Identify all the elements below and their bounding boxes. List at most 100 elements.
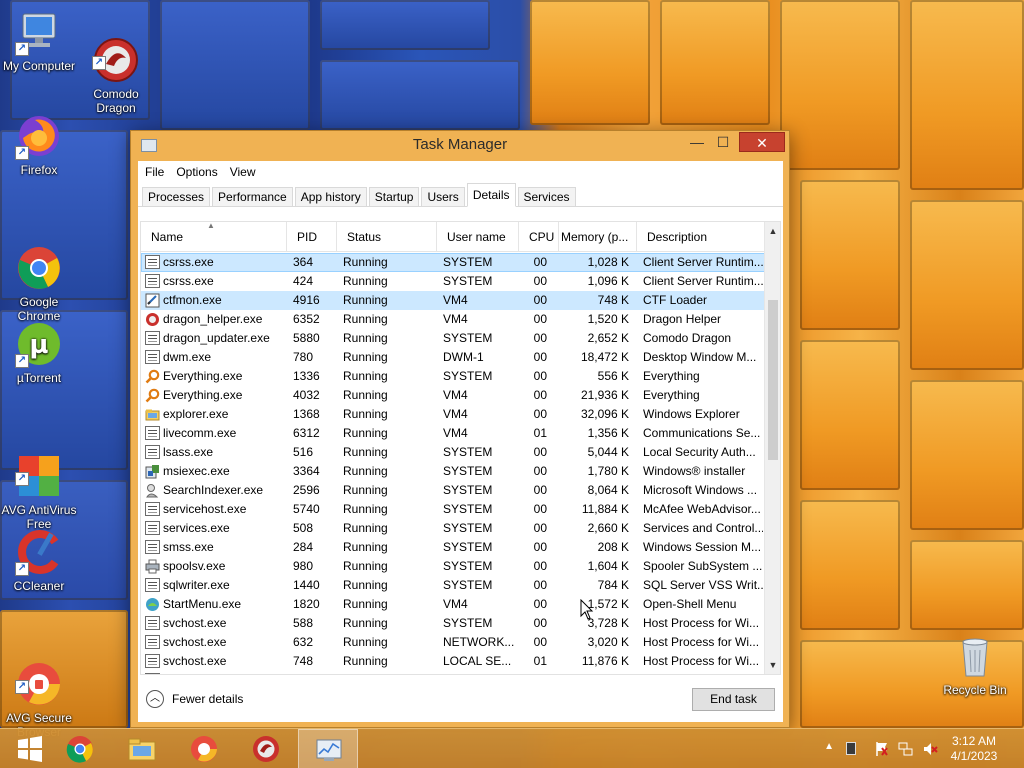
network-icon[interactable]	[898, 741, 914, 757]
action-center-icon[interactable]	[846, 742, 856, 755]
table-row[interactable]: ctfmon.exe 4916 Running VM4 00 748 K CTF Loade…	[141, 291, 767, 310]
end-task-button[interactable]: End task	[692, 688, 775, 711]
show-hidden-icons-icon[interactable]: ▲	[824, 741, 834, 752]
clock[interactable]: 3:12 AM 4/1/2023	[944, 734, 1004, 764]
comodo-dragon-icon: ↗	[92, 22, 140, 82]
cell-cpu: 00	[533, 312, 547, 326]
desktop-icon-recycle-bin[interactable]: Recycle Bin	[936, 632, 1014, 697]
footer-bar: ︿ Fewer details End task	[138, 681, 783, 722]
cell-description: Everything	[643, 388, 700, 402]
table-row[interactable]: smss.exe 284 Running SYSTEM 00 208 K Windows S…	[141, 538, 767, 557]
cell-status: Running	[343, 559, 388, 573]
cell-pid: 3364	[293, 464, 320, 478]
table-row[interactable]: svchost.exe 632 Running NETWORK... 00 3,020 K…	[141, 633, 767, 652]
table-row[interactable]: dwm.exe 780 Running DWM-1 00 18,472 K Desktop …	[141, 348, 767, 367]
cell-pid: 2596	[293, 483, 320, 497]
desktop-icon-my-computer[interactable]: ↗ My Computer	[0, 8, 78, 73]
table-row[interactable]: spoolsv.exe 980 Running SYSTEM 00 1,604 K Spoo…	[141, 557, 767, 576]
table-row[interactable]: services.exe 508 Running SYSTEM 00 2,660 K Ser…	[141, 519, 767, 538]
vertical-scrollbar[interactable]: ▲ ▼	[764, 222, 780, 674]
maximize-button[interactable]: ☐	[709, 132, 737, 152]
desktop-icon-avg-antivirus[interactable]: ↗ AVG AntiVirus Free	[0, 424, 78, 545]
scrollbar-thumb[interactable]	[768, 300, 778, 460]
cell-user-name: SYSTEM	[443, 255, 493, 269]
tab-users[interactable]: Users	[421, 187, 465, 207]
desktop-icon-firefox[interactable]: ↗ Firefox	[0, 112, 78, 177]
tab-performance[interactable]: Performance	[212, 187, 293, 207]
table-row[interactable]: StartMenu.exe 1820 Running VM4 00 1,572 K Open…	[141, 595, 767, 614]
menu-options[interactable]: Options	[176, 165, 225, 179]
column-header-memory[interactable]: Memory (p...	[559, 222, 637, 252]
table-row[interactable]: svchost.exe 588 Running SYSTEM 00 3,728 K Host…	[141, 614, 767, 633]
column-header-pid[interactable]: PID	[287, 222, 337, 252]
chrome-icon	[15, 230, 63, 289]
close-button[interactable]: ✕	[739, 132, 785, 152]
firefox-icon: ↗	[15, 112, 63, 160]
table-row[interactable]: Everything.exe 4032 Running VM4 00 21,936 K Ev…	[141, 386, 767, 405]
generic-process-icon	[145, 521, 160, 536]
tab-app-history[interactable]: App history	[294, 187, 367, 207]
table-row[interactable]: msiexec.exe 3364 Running SYSTEM 00 1,780 K Win…	[141, 462, 767, 481]
cell-pid: 516	[293, 445, 314, 459]
desktop-icon-ccleaner[interactable]: ↗ CCleaner	[0, 528, 78, 593]
cell-cpu: 00	[533, 388, 547, 402]
cell-pid: 1368	[293, 407, 320, 421]
desktop-icon-label: Firefox	[20, 163, 58, 177]
column-header-description[interactable]: Description	[637, 222, 767, 252]
table-row[interactable]: SearchIndexer.exe 2596 Running SYSTEM 00 8,06…	[141, 481, 767, 500]
scroll-down-icon[interactable]: ▼	[765, 657, 780, 673]
generic-process-icon	[145, 635, 160, 650]
cell-user-name: DWM-1	[443, 350, 484, 364]
table-row[interactable]: csrss.exe 424 Running SYSTEM 00 1,096 K Client…	[141, 272, 767, 291]
tab-services[interactable]: Services	[517, 187, 576, 207]
table-row[interactable]: svchost.exe 772 Running SYSTEM00 39,208 K Hos…	[141, 671, 767, 674]
taskbar-comodo-dragon[interactable]	[236, 729, 296, 768]
table-row[interactable]: dragon_helper.exe 6352 Running VM4 00 1,520 K…	[141, 310, 767, 329]
flag-icon[interactable]	[874, 741, 890, 757]
table-row[interactable]: svchost.exe 748 Running LOCAL SE... 01 11,876…	[141, 652, 767, 671]
desktop-icon-comodo-dragon[interactable]: ↗ Comodo Dragon	[77, 8, 155, 129]
taskbar-task-manager[interactable]	[298, 729, 358, 768]
tab-processes[interactable]: Processes	[142, 187, 211, 207]
taskbar-avg-secure-browser[interactable]	[174, 729, 234, 768]
minimize-button[interactable]: —	[683, 132, 711, 152]
column-header-name[interactable]: Name	[141, 222, 287, 252]
desktop-icon-google-chrome[interactable]: Google Chrome	[0, 216, 78, 337]
table-row[interactable]: servicehost.exe 5740 Running SYSTEM 00 11,884…	[141, 500, 767, 519]
taskbar-file-explorer[interactable]	[112, 729, 172, 768]
column-header-status[interactable]: Status	[337, 222, 437, 252]
cell-name: ctfmon.exe	[163, 293, 222, 307]
table-row[interactable]: sqlwriter.exe 1440 Running SYSTEM 00 784 K SQL…	[141, 576, 767, 595]
menu-view[interactable]: View	[230, 165, 264, 179]
table-row[interactable]: explorer.exe 1368 Running VM4 00 32,096 K Wind…	[141, 405, 767, 424]
tab-startup[interactable]: Startup	[368, 187, 420, 207]
cell-user-name: SYSTEM	[443, 483, 493, 497]
generic-process-icon	[145, 350, 160, 365]
volume-muted-icon[interactable]	[922, 741, 938, 757]
column-header-user-name[interactable]: User name	[437, 222, 519, 252]
cell-pid: 4032	[293, 388, 320, 402]
table-row[interactable]: lsass.exe 516 Running SYSTEM 00 5,044 K Local …	[141, 443, 767, 462]
column-header-cpu[interactable]: CPU	[519, 222, 559, 252]
table-row[interactable]: dragon_updater.exe 5880 Running SYSTEM 00 2,6…	[141, 329, 767, 348]
generic-process-icon	[145, 540, 160, 555]
cell-pid: 748	[293, 654, 314, 668]
cell-name: explorer.exe	[163, 407, 229, 421]
menu-file[interactable]: File	[145, 165, 172, 179]
avg-secure-browser-icon: ↗	[15, 646, 63, 705]
title-bar[interactable]: Task Manager — ☐ ✕	[131, 131, 789, 161]
scroll-up-icon[interactable]: ▲	[765, 223, 780, 239]
cell-name: dragon_helper.exe	[163, 312, 263, 326]
cell-memory: 5,044 K	[587, 445, 629, 459]
table-row[interactable]: csrss.exe 364 Running SYSTEM 00 1,028 K Client…	[141, 253, 767, 272]
cell-memory: 3,728 K	[587, 616, 629, 630]
table-row[interactable]: livecomm.exe 6312 Running VM4 01 1,356 K Commu…	[141, 424, 767, 443]
desktop-icon-utorrent[interactable]: µ ↗ µTorrent	[0, 320, 78, 385]
process-rows: csrss.exe 364 Running SYSTEM 00 1,028 K Client…	[141, 253, 767, 674]
fewer-details-button[interactable]: ︿ Fewer details	[146, 689, 243, 709]
table-row[interactable]: Everything.exe 1336 Running SYSTEM 00 556 K Ev…	[141, 367, 767, 386]
cell-description: Everything	[643, 369, 700, 383]
tab-details[interactable]: Details	[466, 183, 516, 207]
cell-user-name: SYSTEM	[443, 616, 493, 630]
taskbar-chrome[interactable]	[50, 729, 110, 768]
